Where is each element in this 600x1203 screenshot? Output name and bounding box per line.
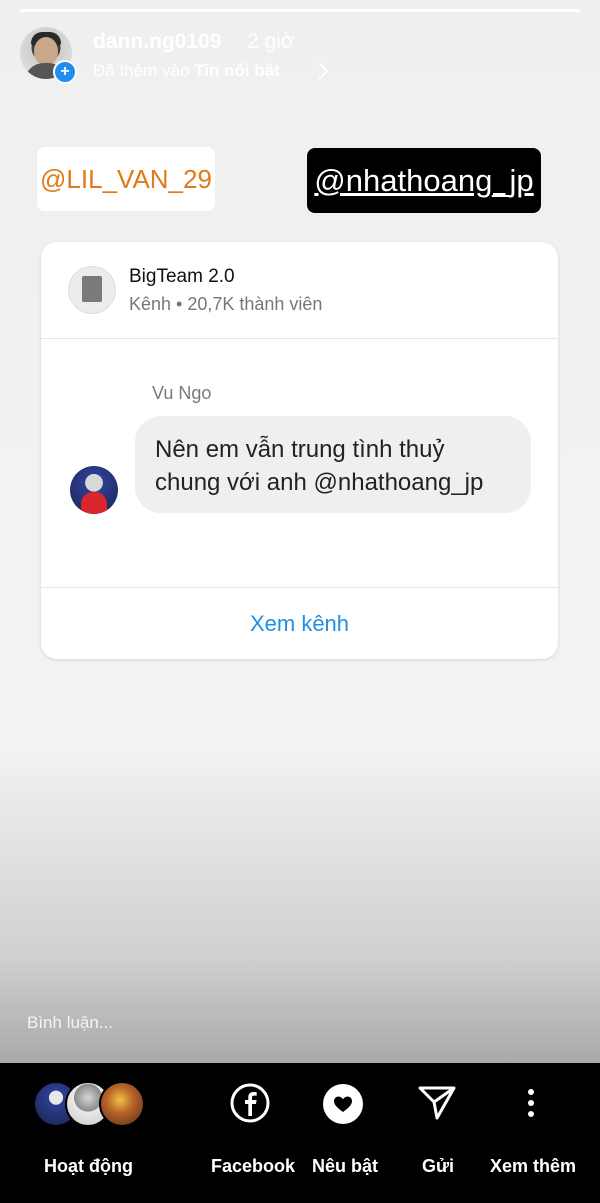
sender-avatar xyxy=(70,466,118,514)
send-label[interactable]: Gửi xyxy=(422,1156,454,1177)
more-label[interactable]: Xem thêm xyxy=(490,1156,576,1177)
facebook-label[interactable]: Facebook xyxy=(211,1156,295,1177)
comment-input[interactable]: Bình luận... xyxy=(27,1013,113,1033)
message-line: chung với anh @nhathoang_jp xyxy=(155,469,484,496)
chevron-right-icon[interactable] xyxy=(317,61,329,86)
activity-avatars[interactable] xyxy=(33,1081,145,1127)
viewer-avatar xyxy=(99,1081,145,1127)
view-channel-button[interactable]: Xem kênh xyxy=(41,588,558,659)
heart-icon[interactable] xyxy=(322,1083,364,1130)
more-options-icon[interactable] xyxy=(521,1083,541,1128)
post-time: 2 giờ xyxy=(247,30,295,53)
message-bubble: Nên em vẫn trung tình thuỷ chung với anh… xyxy=(135,416,531,513)
channel-share-card[interactable]: BigTeam 2.0 Kênh • 20,7K thành viên Vu N… xyxy=(41,242,558,659)
channel-name: BigTeam 2.0 xyxy=(129,266,235,287)
channel-thumbnail xyxy=(68,266,116,314)
story-progress-bar xyxy=(20,9,580,12)
facebook-icon[interactable] xyxy=(230,1083,270,1128)
highlight-label[interactable]: Nêu bật xyxy=(312,1156,378,1177)
channel-meta: Kênh • 20,7K thành viên xyxy=(129,294,323,314)
divider xyxy=(41,338,558,339)
story-header: + dann.ng0109 2 giờ Đã thêm vào Tin nổi … xyxy=(20,27,580,86)
username[interactable]: dann.ng0109 xyxy=(93,30,221,54)
mention-sticker-nhathoang[interactable]: @nhathoang_jp xyxy=(307,148,541,213)
send-icon[interactable] xyxy=(417,1083,457,1128)
sender-name: Vu Ngo xyxy=(152,383,212,403)
add-icon[interactable]: + xyxy=(53,60,77,84)
added-to-highlight[interactable]: Đã thêm vào Tin nổi bật xyxy=(93,61,280,81)
bottom-action-bar: Hoạt động Facebook Nêu bật Gửi Xem thêm xyxy=(0,1063,600,1203)
message-line: Nên em vẫn trung tình thuỷ xyxy=(155,436,445,463)
mention-sticker-lil-van[interactable]: @LIL_VAN_29 xyxy=(37,147,215,211)
activity-label[interactable]: Hoạt động xyxy=(44,1156,133,1177)
